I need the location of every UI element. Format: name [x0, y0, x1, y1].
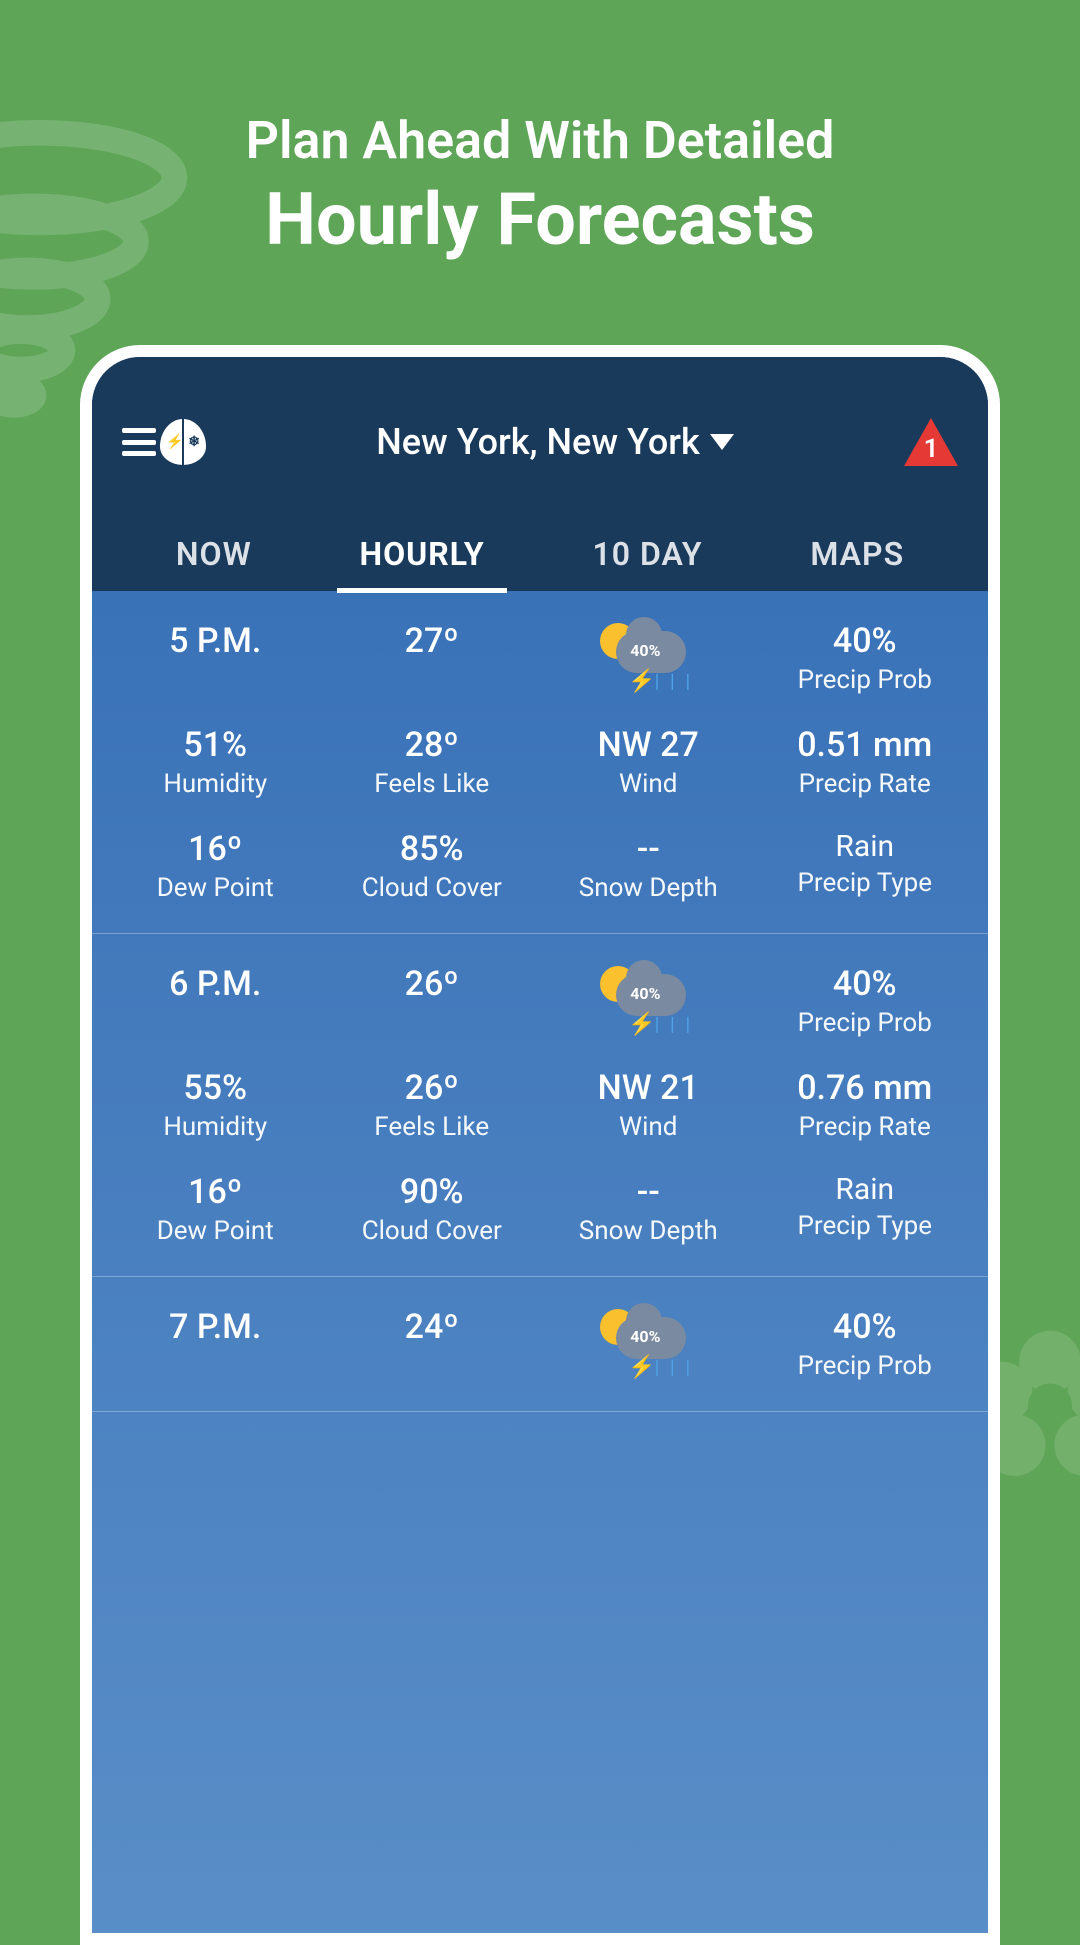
precip-type-label: Precip Type	[762, 868, 969, 898]
tab-maps[interactable]: MAPS	[800, 517, 914, 591]
precip-rate-label: Precip Rate	[762, 769, 969, 799]
feels-like-value: 26º	[329, 1068, 536, 1108]
precip-type-value: Rain	[762, 1172, 969, 1207]
snow-depth-value: --	[545, 829, 752, 869]
precip-rate-label: Precip Rate	[762, 1112, 969, 1142]
weather-thunderstorm-icon: 40% ⚡❘❘❘	[598, 1307, 698, 1377]
tab-10day[interactable]: 10 DAY	[582, 517, 712, 591]
feels-like-value: 28º	[329, 725, 536, 765]
snow-depth-label: Snow Depth	[545, 1216, 752, 1246]
precip-rate-value: 0.51 mm	[762, 725, 969, 765]
precip-prob-label: Precip Prob	[762, 665, 969, 695]
dew-point-value: 16º	[112, 829, 319, 869]
hour-time: 6 P.M.	[112, 964, 319, 1004]
snow-depth-value: --	[545, 1172, 752, 1212]
chevron-down-icon	[710, 434, 734, 450]
hour-row[interactable]: 7 P.M. 24º 40% ⚡❘❘❘ 40% Precip Prob	[92, 1277, 988, 1412]
cloud-cover-value: 85%	[329, 829, 536, 869]
hour-temp: 26º	[329, 964, 536, 1004]
app-header: ⚡ ❄ New York, New York 1 NOW HOURLY 10 D…	[92, 357, 988, 591]
cloud-cover-label: Cloud Cover	[329, 1216, 536, 1246]
humidity-label: Humidity	[112, 769, 319, 799]
hour-temp: 27º	[329, 621, 536, 661]
precip-rate-value: 0.76 mm	[762, 1068, 969, 1108]
humidity-value: 51%	[112, 725, 319, 765]
dew-point-label: Dew Point	[112, 1216, 319, 1246]
hourly-forecast-list[interactable]: 5 P.M. 27º 40% ⚡❘❘❘ 40% Precip Prob 51% Hu…	[92, 591, 988, 1945]
feels-like-label: Feels Like	[329, 769, 536, 799]
feels-like-label: Feels Like	[329, 1112, 536, 1142]
location-name: New York, New York	[376, 421, 700, 463]
tab-hourly[interactable]: HOURLY	[349, 517, 494, 591]
precip-prob-value: 40%	[762, 1307, 969, 1347]
precip-type-label: Precip Type	[762, 1211, 969, 1241]
wind-label: Wind	[545, 769, 752, 799]
precip-prob-value: 40%	[762, 621, 969, 661]
weatherbug-logo-icon: ⚡ ❄	[160, 419, 206, 465]
precip-prob-label: Precip Prob	[762, 1351, 969, 1381]
weather-thunderstorm-icon: 40% ⚡❘❘❘	[598, 621, 698, 691]
cloud-cover-value: 90%	[329, 1172, 536, 1212]
hamburger-icon	[122, 428, 156, 456]
location-selector[interactable]: New York, New York	[376, 421, 734, 463]
weather-thunderstorm-icon: 40% ⚡❘❘❘	[598, 964, 698, 1034]
tab-now[interactable]: NOW	[166, 517, 262, 591]
dew-point-value: 16º	[112, 1172, 319, 1212]
wind-value: NW 21	[545, 1068, 752, 1108]
phone-frame: ⚡ ❄ New York, New York 1 NOW HOURLY 10 D…	[80, 345, 1000, 1945]
humidity-label: Humidity	[112, 1112, 319, 1142]
precip-prob-value: 40%	[762, 964, 969, 1004]
alert-count: 1	[904, 434, 958, 464]
wind-value: NW 27	[545, 725, 752, 765]
menu-button[interactable]: ⚡ ❄	[122, 419, 206, 465]
hour-time: 7 P.M.	[112, 1307, 319, 1347]
precip-prob-label: Precip Prob	[762, 1008, 969, 1038]
alert-button[interactable]: 1	[904, 418, 958, 466]
wind-label: Wind	[545, 1112, 752, 1142]
cloud-cover-label: Cloud Cover	[329, 873, 536, 903]
tab-bar: NOW HOURLY 10 DAY MAPS	[122, 517, 958, 591]
hour-row[interactable]: 6 P.M. 26º 40% ⚡❘❘❘ 40% Precip Prob 55% Hu…	[92, 934, 988, 1277]
humidity-value: 55%	[112, 1068, 319, 1108]
precip-type-value: Rain	[762, 829, 969, 864]
hour-temp: 24º	[329, 1307, 536, 1347]
hour-time: 5 P.M.	[112, 621, 319, 661]
hour-row[interactable]: 5 P.M. 27º 40% ⚡❘❘❘ 40% Precip Prob 51% Hu…	[92, 591, 988, 934]
snow-depth-label: Snow Depth	[545, 873, 752, 903]
dew-point-label: Dew Point	[112, 873, 319, 903]
